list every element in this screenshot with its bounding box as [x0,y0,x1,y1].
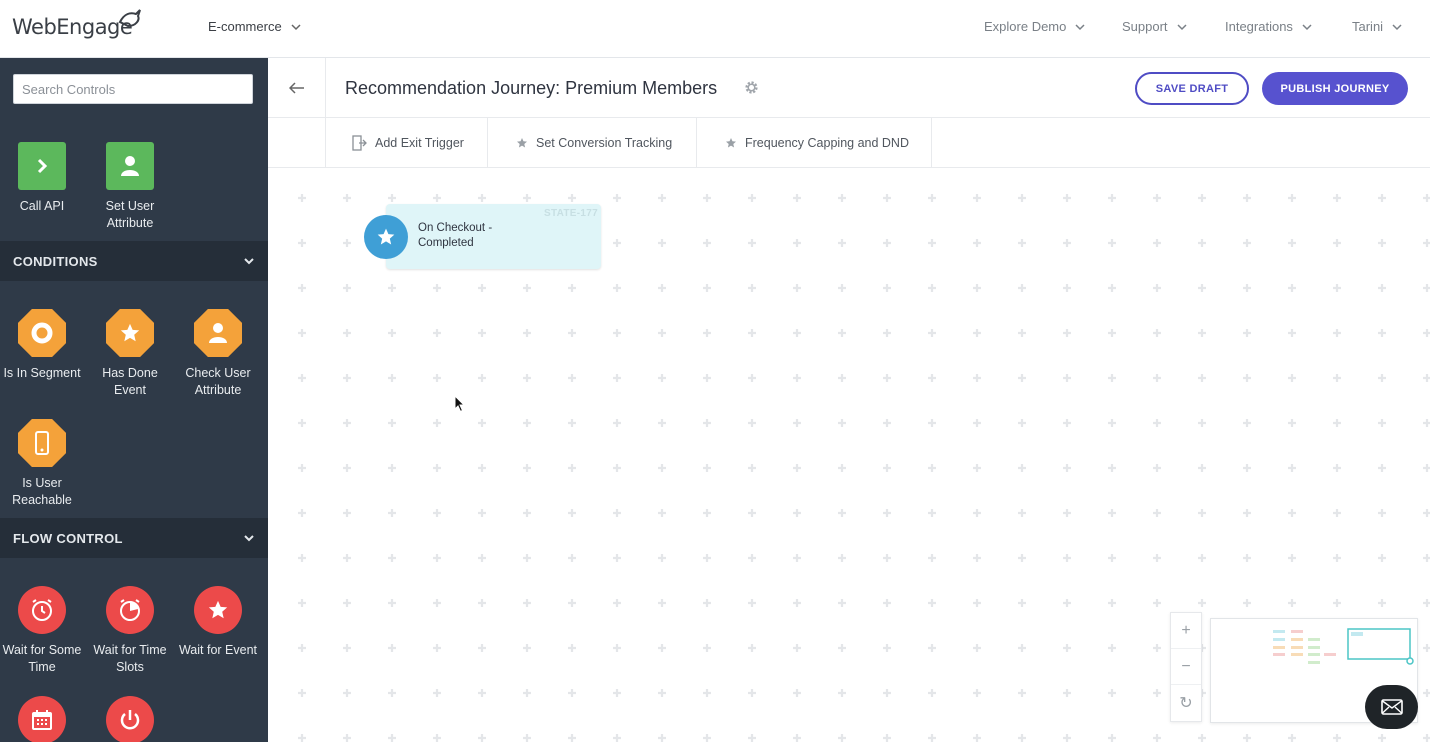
control-label: Is User Reachable [12,476,72,507]
mouse-cursor-icon [454,395,466,413]
zoom-in-button[interactable]: + [1171,613,1201,649]
chevron-down-icon [1392,23,1402,30]
wait-for-time-slots-control[interactable]: Wait for Time Slots [86,586,174,676]
wait-for-date-control[interactable] [0,696,86,742]
set-conversion-tracking-button[interactable]: Set Conversion Tracking [488,118,697,168]
user-name: Tarini [1352,19,1384,34]
check-user-attribute-control[interactable]: Check User Attribute [174,309,262,399]
set-user-attribute-control[interactable]: Set User Attribute [86,142,174,232]
journey-header: Recommendation Journey: Premium Members … [268,58,1430,118]
reset-zoom-button[interactable]: ↻ [1171,685,1201,721]
star-icon [726,138,736,148]
wait-for-some-time-control[interactable]: Wait for Some Time [0,586,86,676]
section-title: CONDITIONS [13,253,98,269]
api-chevron-icon [18,142,66,190]
star-icon [106,309,154,357]
conditions-section-header[interactable]: CONDITIONS [0,241,268,281]
exit-door-icon [352,135,367,151]
star-icon [194,586,242,634]
chevron-down-icon [1177,23,1187,30]
journey-canvas[interactable]: STATE-177 On Checkout - Completed + − ↻ [268,168,1430,742]
user-menu[interactable]: Tarini [1352,19,1403,34]
explore-demo-menu[interactable]: Explore Demo [984,19,1086,34]
phone-icon [18,419,66,467]
save-draft-button[interactable]: SAVE DRAFT [1135,72,1249,105]
toolbar-label: Frequency Capping and DND [745,136,909,150]
control-label: Wait for Some Time [2,643,82,674]
power-icon [106,696,154,742]
back-arrow-icon [288,82,304,94]
clock-icon [18,586,66,634]
wait-for-event-control[interactable]: Wait for Event [174,586,262,659]
top-navbar: WebEngage E-commerce Explore Demo Suppor… [0,0,1430,58]
project-label: E-commerce [208,19,282,34]
flow-control-section-header[interactable]: FLOW CONTROL [0,518,268,558]
control-label: Check User Attribute [185,366,251,397]
add-exit-trigger-button[interactable]: Add Exit Trigger [326,118,488,168]
logo-text: WebEngage [12,15,133,39]
support-menu[interactable]: Support [1122,19,1188,34]
is-user-reachable-control[interactable]: Is User Reachable [0,419,86,509]
back-button[interactable] [268,58,326,118]
user-icon [106,142,154,190]
control-label: Call API [19,199,65,213]
toolbar-spacer [268,118,326,168]
chevron-down-icon [291,23,301,30]
chevron-down-icon [244,258,254,265]
node-label: On Checkout - Completed [418,222,493,249]
segment-ring-icon [18,309,66,357]
node-state-id: STATE-177 [543,208,598,219]
end-journey-control[interactable] [86,696,174,742]
support-label: Support [1122,19,1168,34]
project-dropdown[interactable]: E-commerce [208,19,302,34]
control-label: Wait for Time Slots [93,643,167,674]
call-api-control[interactable]: Call API [0,142,86,215]
journey-title[interactable]: Recommendation Journey: Premium Members [345,78,717,99]
control-label: Set User Attribute [105,199,155,230]
user-icon [194,309,242,357]
section-title: FLOW CONTROL [13,530,123,546]
calendar-icon [18,696,66,742]
publish-journey-button[interactable]: PUBLISH JOURNEY [1262,72,1408,105]
search-controls-input[interactable] [13,74,253,104]
has-done-event-control[interactable]: Has Done Event [86,309,174,399]
toolbar-label: Set Conversion Tracking [536,136,673,150]
clock-slots-icon [106,586,154,634]
control-label: Has Done Event [102,366,158,397]
is-in-segment-control[interactable]: Is In Segment [0,309,86,382]
journey-toolbar: Add Exit Trigger Set Conversion Tracking… [268,118,1430,168]
control-label: Wait for Event [178,643,258,657]
zoom-controls: + − ↻ [1170,612,1202,722]
integrations-menu[interactable]: Integrations [1225,19,1313,34]
journey-node[interactable]: STATE-177 On Checkout - Completed [364,204,601,269]
chevron-down-icon [244,535,254,542]
controls-sidebar: Call API Set User Attribute CONDITIONS I… [0,58,268,742]
star-icon [364,215,408,259]
star-icon [517,138,527,148]
explore-demo-label: Explore Demo [984,19,1067,34]
chevron-down-icon [1075,23,1085,30]
logo-bird-icon [118,9,141,28]
zoom-out-button[interactable]: − [1171,649,1201,685]
control-label: Is In Segment [3,366,81,380]
envelope-icon [1380,699,1403,715]
chevron-down-icon [1302,23,1312,30]
chat-support-button[interactable] [1365,685,1418,729]
toolbar-label: Add Exit Trigger [375,136,464,150]
frequency-capping-button[interactable]: Frequency Capping and DND [697,118,932,168]
integrations-label: Integrations [1225,19,1293,34]
gear-icon[interactable] [744,80,759,95]
webengage-logo[interactable]: WebEngage [12,9,141,44]
